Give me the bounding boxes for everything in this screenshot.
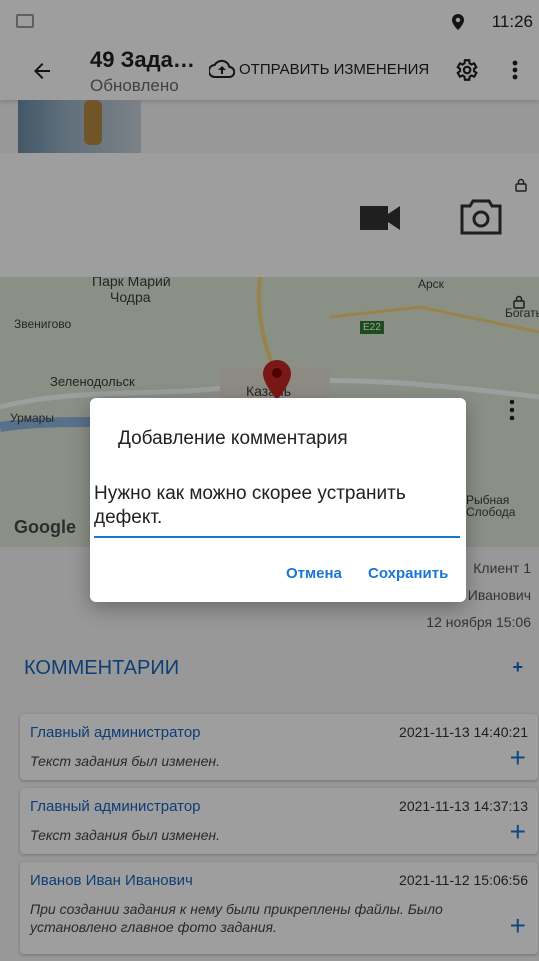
dialog-title: Добавление комментария xyxy=(118,428,348,449)
save-button[interactable]: Сохранить xyxy=(368,565,448,582)
cancel-button[interactable]: Отмена xyxy=(286,565,342,582)
comment-input[interactable]: Нужно как можно скорее устранить дефект. xyxy=(94,482,460,538)
add-comment-dialog: Добавление комментария Нужно как можно с… xyxy=(90,398,466,602)
